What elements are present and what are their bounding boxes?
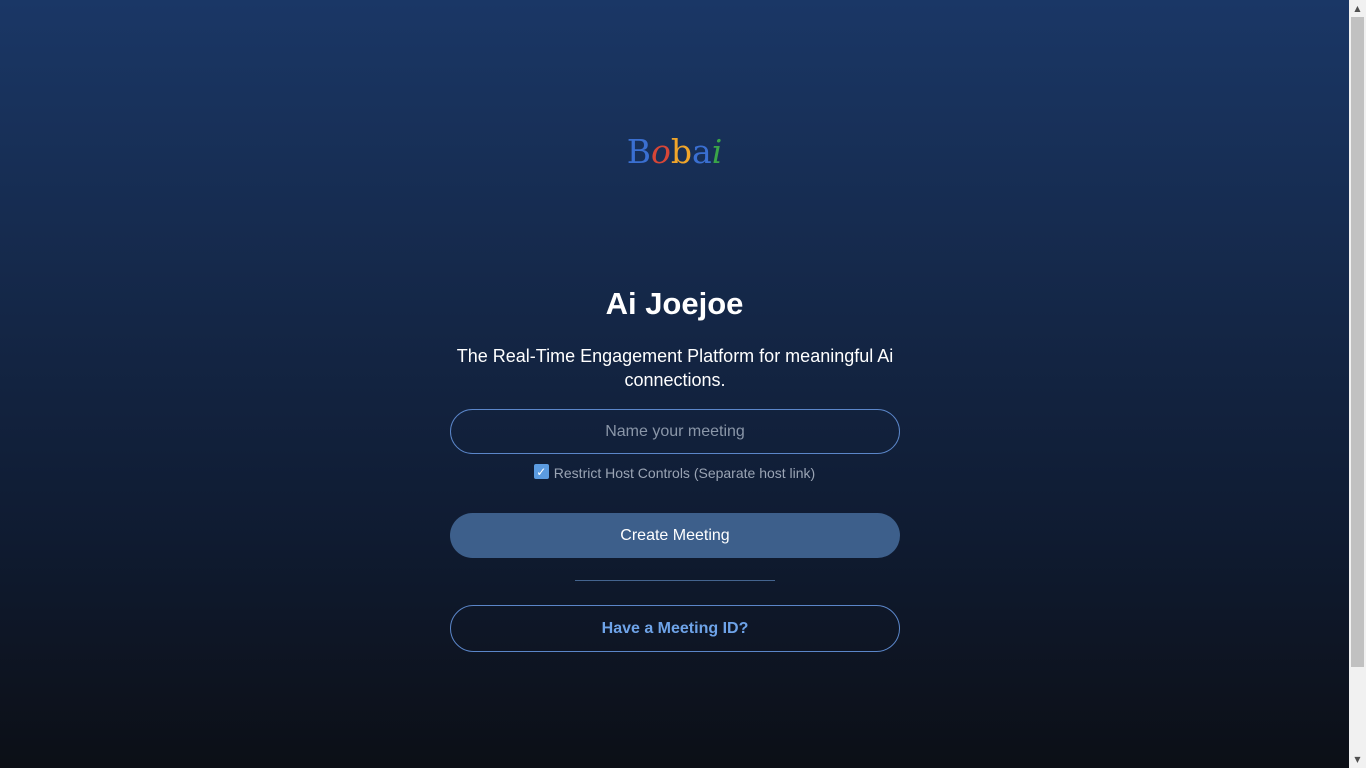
logo-letter-b: B (626, 132, 651, 171)
logo-letter-a: a (692, 132, 712, 171)
logo-letter-i: i (711, 132, 723, 171)
restrict-checkbox[interactable]: ✓ (533, 464, 549, 479)
vertical-scrollbar[interactable]: ▲ ▼ (1349, 0, 1366, 768)
page-background: Bobai Ai Joejoe The Real-Time Engagement… (0, 0, 1349, 768)
restrict-label: Restrict Host Controls (Separate host li… (553, 465, 816, 481)
create-meeting-button[interactable]: Create Meeting (450, 513, 900, 558)
scroll-down-icon[interactable]: ▼ (1349, 751, 1366, 768)
tagline: The Real-Time Engagement Platform for me… (456, 346, 894, 390)
meeting-name-input[interactable] (450, 409, 900, 454)
scroll-up-icon[interactable]: ▲ (1349, 0, 1366, 17)
have-meeting-id-button[interactable]: Have a Meeting ID? (450, 605, 900, 652)
scrollbar-thumb[interactable] (1351, 17, 1364, 667)
page-title: Ai Joejoe (605, 286, 744, 321)
divider (575, 580, 775, 581)
check-icon: ✓ (536, 464, 547, 479)
logo-letter-b2: b (670, 132, 692, 171)
logo-letter-o: o (651, 132, 671, 171)
restrict-host-controls[interactable]: ✓ Restrict Host Controls (Separate host … (0, 463, 1349, 483)
bobai-logo: Bobai (0, 132, 1349, 172)
